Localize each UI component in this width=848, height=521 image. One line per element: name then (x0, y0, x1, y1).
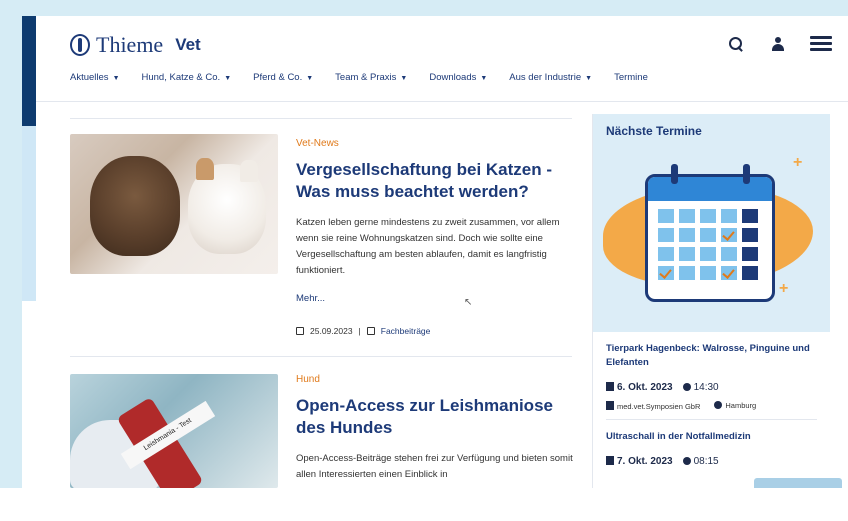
nav-item-industrie[interactable]: Aus der Industrie ▼ (509, 72, 592, 83)
divider (70, 118, 572, 119)
article-title[interactable]: Vergesellschaftung bei Katzen - Was muss… (296, 159, 576, 203)
main-nav: Aktuelles ▼ Hund, Katze & Co. ▼ Pferd & Co… (70, 72, 648, 83)
page-bottom-band (0, 488, 848, 521)
event-title[interactable]: Ultraschall in der Notfallmedizin (606, 430, 817, 444)
event-title[interactable]: Tierpark Hagenbeck: Walrosse, Pinguine u… (606, 342, 817, 370)
building-icon (606, 401, 614, 410)
caret-down-icon: ▼ (224, 75, 232, 82)
hamburger-menu-icon[interactable] (810, 34, 832, 54)
thieme-logo[interactable]: Thieme Vet (70, 32, 201, 58)
brand-sub: Vet (175, 35, 201, 54)
site-header: Thieme Vet Aktuelles ▼ Hund, Katze & Co. ▼… (36, 16, 848, 102)
calendar-ring (743, 164, 750, 184)
clock-icon (682, 383, 691, 391)
left-light-bar (22, 126, 36, 301)
caret-down-icon: ▼ (306, 75, 314, 82)
nav-item-termine[interactable]: Termine (614, 72, 648, 83)
event-item[interactable]: Ultraschall in der Notfallmedizin 7. Okt… (593, 420, 830, 467)
mouse-cursor-icon: ↖ (464, 297, 473, 308)
cat-image-white (188, 158, 266, 254)
thieme-emblem-icon (70, 34, 90, 56)
nav-item-team-praxis[interactable]: Team & Praxis ▼ (335, 72, 407, 83)
calendar-ring (671, 164, 678, 184)
folder-icon (366, 327, 375, 335)
nav-item-hund-katze[interactable]: Hund, Katze & Co. ▼ (142, 72, 232, 83)
browser-page: Thieme Vet Aktuelles ▼ Hund, Katze & Co. ▼… (22, 16, 848, 488)
location-pin-icon (714, 401, 723, 409)
nav-item-downloads[interactable]: Downloads ▼ (429, 72, 487, 83)
event-datetime: 6. Okt. 2023 14:30 (606, 382, 817, 393)
plus-decoration-icon: + (793, 154, 803, 171)
calendar-illustration-icon (645, 174, 775, 302)
article-tag[interactable]: Fachbeiträge (381, 326, 431, 336)
floating-button[interactable] (754, 478, 842, 488)
search-icon[interactable] (726, 34, 746, 54)
article-meta: 25.09.2023 | Fachbeiträge (296, 326, 576, 336)
article-card: Vet-News Vergesellschaftung bei Katzen -… (296, 138, 576, 336)
left-accent-bar (22, 16, 36, 126)
caret-down-icon: ▼ (400, 75, 408, 82)
caret-down-icon: ▼ (112, 75, 120, 82)
user-icon[interactable] (768, 34, 788, 54)
event-datetime: 7. Okt. 2023 08:15 (606, 456, 817, 467)
nav-item-pferd[interactable]: Pferd & Co. ▼ (253, 72, 313, 83)
calendar-icon (606, 382, 614, 391)
caret-down-icon: ▼ (480, 75, 488, 82)
header-actions (726, 34, 832, 54)
article-category[interactable]: Vet-News (296, 138, 576, 149)
read-more-link[interactable]: Mehr... (296, 293, 576, 304)
caret-down-icon: ▼ (585, 75, 593, 82)
clock-icon (682, 457, 691, 465)
article-card: Hund Open-Access zur Leishmaniose des Hu… (296, 374, 576, 483)
nav-item-aktuelles[interactable]: Aktuelles ▼ (70, 72, 120, 83)
article-category[interactable]: Hund (296, 374, 576, 385)
article-image-cats[interactable] (70, 134, 278, 274)
calendar-icon (606, 456, 614, 465)
divider (70, 356, 572, 357)
article-teaser: Katzen leben gerne mindestens zu zweit z… (296, 217, 560, 276)
article-title[interactable]: Open-Access zur Leishmaniose des Hundes (296, 395, 576, 439)
event-meta: med.vet.Symposien GbR Hamburg (606, 401, 817, 411)
article-date: 25.09.2023 (310, 326, 353, 336)
events-sidebar: Nächste Termine + + Tierpark Hagenbeck: … (592, 114, 830, 488)
article-teaser: Open-Access-Beiträge stehen frei zur Ver… (296, 453, 573, 480)
plus-decoration-icon: + (779, 280, 789, 297)
event-item[interactable]: Tierpark Hagenbeck: Walrosse, Pinguine u… (593, 332, 830, 411)
cat-image-brown (90, 156, 180, 256)
calendar-icon (296, 327, 304, 335)
brand-name: Thieme (96, 32, 164, 57)
sidebar-title: Nächste Termine (606, 124, 702, 138)
meta-separator: | (358, 326, 361, 336)
article-image-leishmania[interactable]: Leishmania - Test (70, 374, 278, 488)
events-header: Nächste Termine + + (593, 114, 830, 332)
